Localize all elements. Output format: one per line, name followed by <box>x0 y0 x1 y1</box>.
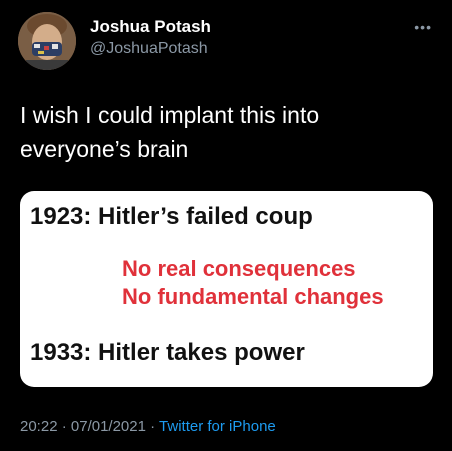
more-options-icon[interactable]: ••• <box>414 20 432 34</box>
tweet-date[interactable]: 07/01/2021 <box>71 418 146 435</box>
tweet-source-link[interactable]: Twitter for iPhone <box>159 418 276 435</box>
profile-photo-icon <box>18 12 76 70</box>
media-line-1933: 1933: Hitler takes power <box>30 339 305 366</box>
meta-separator: · <box>61 418 67 435</box>
media-red-line-changes: No fundamental changes <box>122 284 384 309</box>
tweet-header: Joshua Potash @JoshuaPotash <box>18 12 211 70</box>
media-red-line-consequences: No real consequences <box>122 256 356 281</box>
meta-separator: · <box>150 418 156 435</box>
author-names: Joshua Potash @JoshuaPotash <box>90 16 211 60</box>
tweet-card: Joshua Potash @JoshuaPotash ••• I wish I… <box>0 0 452 451</box>
tweet-time[interactable]: 20:22 <box>20 418 58 435</box>
author-display-name[interactable]: Joshua Potash <box>90 16 211 38</box>
tweet-media-image[interactable]: 1923: Hitler’s failed coup No real conse… <box>20 191 433 387</box>
author-handle[interactable]: @JoshuaPotash <box>90 38 211 60</box>
tweet-meta: 20:22 · 07/01/2021 · Twitter for iPhone <box>20 417 276 437</box>
media-line-1923: 1923: Hitler’s failed coup <box>30 203 313 230</box>
tweet-text: I wish I could implant this into everyon… <box>20 102 320 162</box>
avatar[interactable] <box>18 12 76 70</box>
